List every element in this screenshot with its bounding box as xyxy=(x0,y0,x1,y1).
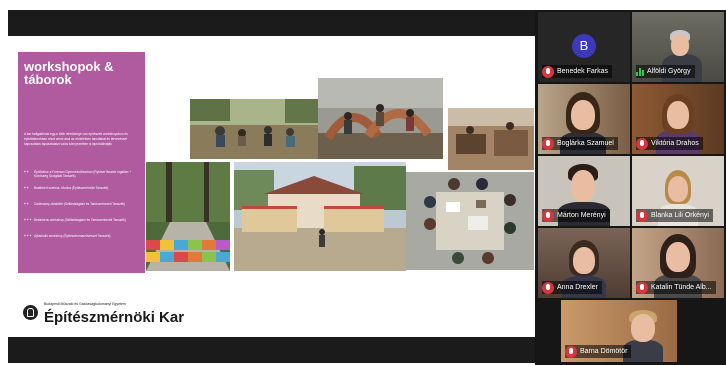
workshop-item: + + + Ajtóstúdió workshop (Építészformamű… xyxy=(24,234,111,238)
participant-tile[interactable]: Márton Merényi xyxy=(538,156,630,226)
speaking-indicator-icon xyxy=(636,67,644,76)
microphone-muted-icon xyxy=(542,281,554,294)
shared-slide: workshopok & táborok A kar hallgatóinak … xyxy=(8,36,535,337)
participant-tile[interactable]: Viktória Drahos xyxy=(632,84,724,154)
photo-building-fence xyxy=(234,162,406,271)
slide-description: A kar hallgatóinak egy-e több lehetősége… xyxy=(24,132,128,146)
participant-tile[interactable]: Alföldi György xyxy=(632,12,724,82)
microphone-muted-icon xyxy=(542,137,554,150)
participant-name-tag: Katalin Tünde Alb... xyxy=(636,281,716,294)
workshop-item: + + Építőtábor a Ferenczi Gyermekotthonba… xyxy=(24,170,132,179)
presentation-top-bar xyxy=(8,10,535,36)
participant-avatar: B xyxy=(572,34,596,58)
photo-timber-arch xyxy=(318,78,443,159)
presentation-bottom-bar xyxy=(8,337,535,363)
microphone-muted-icon xyxy=(636,281,648,294)
participant-tile[interactable]: Boglárka Szamuel xyxy=(538,84,630,154)
participant-name-tag: Anna Drexler xyxy=(542,281,602,294)
participant-gallery: B Benedek Farkas Alföldi György Boglárka… xyxy=(535,10,726,365)
participant-name-tag: Barna Dömötör xyxy=(565,345,632,358)
participant-name-tag: Márton Merényi xyxy=(542,209,610,222)
microphone-muted-icon xyxy=(542,65,554,78)
slide-title: workshopok & táborok xyxy=(24,59,114,87)
microphone-muted-icon xyxy=(636,209,648,222)
microphone-muted-icon xyxy=(542,209,554,222)
participant-tile[interactable]: Anna Drexler xyxy=(538,228,630,298)
microphone-muted-icon xyxy=(636,137,648,150)
participant-tile[interactable]: B Benedek Farkas xyxy=(538,12,630,82)
workshop-info-panel: workshopok & táborok A kar hallgatóinak … xyxy=(18,52,145,273)
participant-name-tag: Benedek Farkas xyxy=(542,65,612,78)
faculty-name: Építészmérnöki Kar xyxy=(44,309,185,326)
photo-garden-path xyxy=(146,162,230,271)
university-logo xyxy=(23,305,38,320)
participant-name-tag: Blanka Lili Orkényi xyxy=(636,209,713,222)
photo-aerial-workshop xyxy=(406,172,534,270)
participant-tile[interactable]: Blanka Lili Orkényi xyxy=(632,156,724,226)
university-name: Budapesti Műszaki és Gazdaságtudományi E… xyxy=(44,302,126,306)
photo-workshop-interior xyxy=(448,108,534,170)
workshop-item: + + + Betonkenu workshop (Szilárdságtani … xyxy=(24,218,126,222)
participant-tile[interactable]: Katalin Tünde Alb... xyxy=(632,228,724,298)
workshop-item: + + Cadenaary-oktatótér (Szilárdságtani é… xyxy=(24,202,126,206)
participant-tile[interactable]: Barna Dömötör xyxy=(561,300,677,362)
microphone-muted-icon xyxy=(565,345,577,358)
participant-name-tag: Boglárka Szamuel xyxy=(542,137,618,150)
photo-group-garden xyxy=(190,99,318,159)
workshop-item: + + Brakhkert szerkós, Munka (Építészmérn… xyxy=(24,186,109,190)
participant-name-tag: Alföldi György xyxy=(636,65,695,78)
participant-name-tag: Viktória Drahos xyxy=(636,137,703,150)
